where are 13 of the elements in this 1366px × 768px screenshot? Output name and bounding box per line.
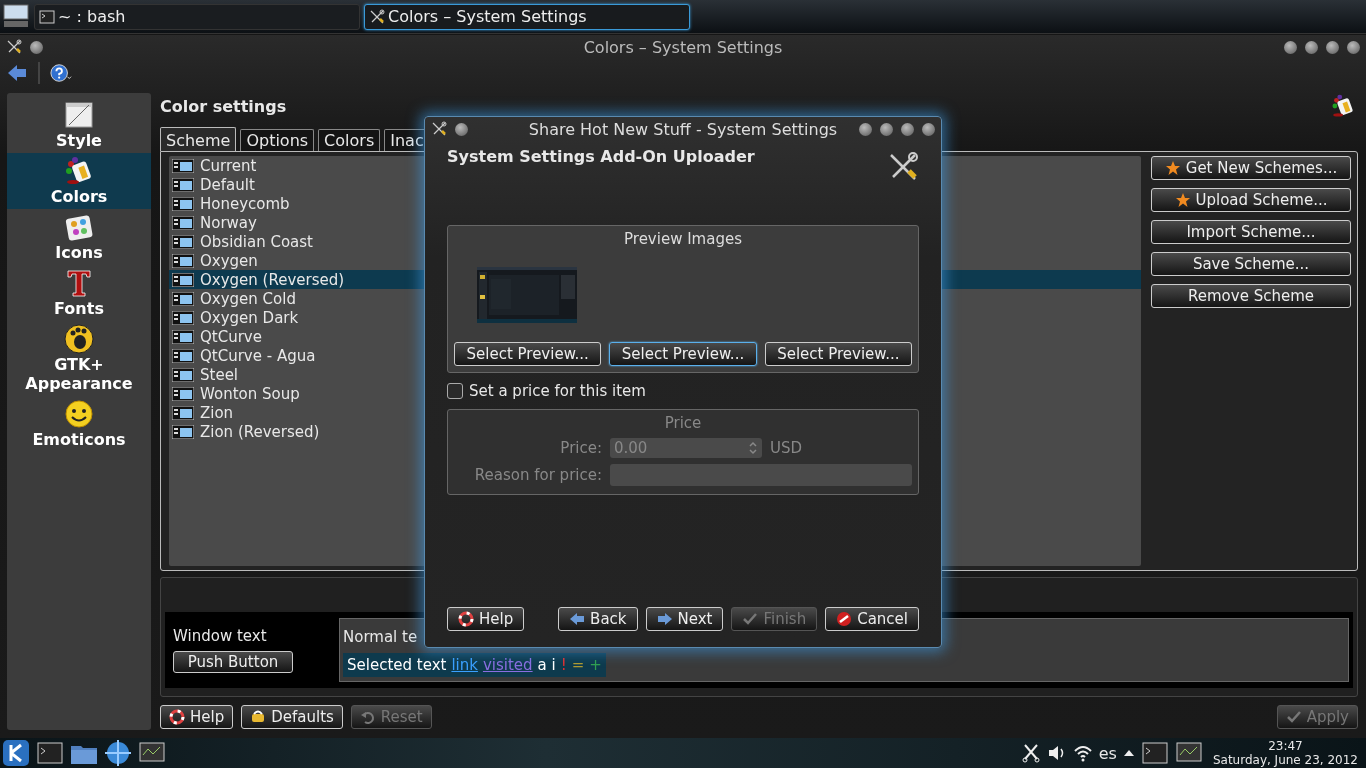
window-text-sample: Window text (173, 627, 268, 645)
normal-text-sample: Normal te (343, 628, 418, 646)
reason-label: Reason for price: (473, 466, 602, 484)
price-label: Price: (559, 439, 602, 457)
page-heading: Color settings (160, 96, 287, 116)
group-title: Price (664, 414, 702, 432)
group-title: Preview Images (624, 230, 742, 248)
currency-label: USD (770, 439, 803, 457)
checkbox-label: Set a price for this item (469, 382, 646, 400)
dialog-heading: System Settings Add-On Uploader (447, 147, 755, 166)
selected-text-sample: Selected text link visited a i ! = + (343, 653, 606, 677)
window-title: Colors – System Settings (583, 37, 783, 57)
dialog-title: Share Hot New Stuff - System Settings (528, 119, 838, 139)
